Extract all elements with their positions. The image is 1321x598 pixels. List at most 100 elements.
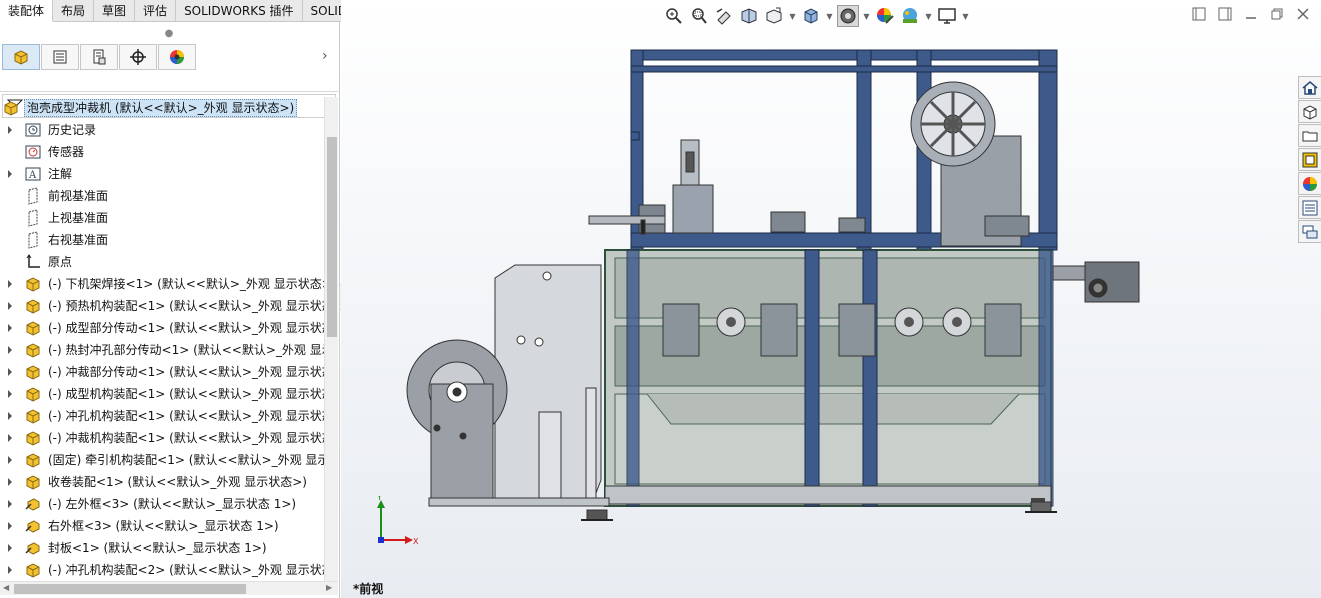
folder-icon	[1302, 131, 1318, 141]
tree-item[interactable]: (-) 成型部分传动<1> (默认<<默认>_外观 显示状态	[0, 317, 324, 339]
scrollbar-thumb[interactable]	[327, 137, 337, 337]
zoom-to-area-button[interactable]	[688, 5, 710, 27]
assembly-model[interactable]	[401, 40, 1161, 540]
history-icon	[24, 121, 42, 139]
tree-item[interactable]: (-) 冲裁部分传动<1> (默认<<默认>_外观 显示状态	[0, 361, 324, 383]
tree-item[interactable]: 收卷装配<1> (默认<<默认>_外观 显示状态>)	[0, 471, 324, 493]
dimxpert-tab[interactable]	[119, 44, 157, 70]
tab-sketch[interactable]: 草图	[94, 0, 136, 22]
tab-addins[interactable]: SOLIDWORKS 插件	[176, 0, 303, 22]
forum-tab[interactable]	[1298, 220, 1321, 243]
tree-item[interactable]: (-) 冲孔机构装配<2> (默认<<默认>_外观 显示状态	[0, 559, 324, 581]
chevron-down-icon[interactable]: ▼	[862, 5, 871, 27]
tree-item[interactable]: 右外框<3> (默认<<默认>_显示状态 1>)	[0, 515, 324, 537]
document-window-controls	[1191, 6, 1311, 22]
expand-arrow-icon[interactable]	[8, 566, 12, 574]
custom-properties-tab[interactable]	[1298, 196, 1321, 219]
tab-assembly[interactable]: 装配体	[0, 0, 54, 22]
design-library-tab[interactable]	[1298, 100, 1321, 123]
chevron-right-icon[interactable]: ›	[322, 48, 328, 64]
tree-item[interactable]: 原点	[0, 251, 324, 273]
tree-root-assembly[interactable]: 泡壳成型冲裁机 (默认<<默认>_外观 显示状态>)	[0, 97, 324, 119]
tree-item[interactable]: (固定) 牵引机构装配<1> (默认<<默认>_外观 显示状	[0, 449, 324, 471]
expand-arrow-icon[interactable]	[8, 390, 12, 398]
graphics-area[interactable]: ▼ ▼ ▼ ▼ ▼ Y X *前视	[341, 0, 1321, 598]
tree-item[interactable]: 上视基准面	[0, 207, 324, 229]
dynamic-annotation-button[interactable]	[763, 5, 785, 27]
pane-grip-handle[interactable]: ●	[0, 22, 338, 44]
expand-arrow-icon[interactable]	[8, 522, 12, 530]
tree-item[interactable]: 历史记录	[0, 119, 324, 141]
chevron-down-icon[interactable]: ▼	[961, 5, 970, 27]
tree-item[interactable]: 右视基准面	[0, 229, 324, 251]
subassembly-icon	[24, 363, 42, 381]
view-settings-button[interactable]	[936, 5, 958, 27]
file-explorer-tab[interactable]	[1298, 124, 1321, 147]
expand-arrow-icon[interactable]	[8, 126, 12, 134]
chevron-down-icon[interactable]: ▼	[924, 5, 933, 27]
configurationmanager-tab[interactable]	[80, 44, 118, 70]
tree-item[interactable]: (-) 下机架焊接<1> (默认<<默认>_外观 显示状态>	[0, 273, 324, 295]
edit-appearance-button[interactable]	[874, 5, 896, 27]
display-style-button[interactable]	[837, 5, 859, 27]
tree-item[interactable]: 传感器	[0, 141, 324, 163]
previous-window-icon[interactable]	[1191, 6, 1207, 22]
expand-arrow-icon[interactable]	[8, 280, 12, 288]
next-window-icon[interactable]	[1217, 6, 1233, 22]
tree-item[interactable]: (-) 成型机构装配<1> (默认<<默认>_外观 显示状态	[0, 383, 324, 405]
forum-icon	[1302, 225, 1318, 238]
tree-item[interactable]: 封板<1> (默认<<默认>_显示状态 1>)	[0, 537, 324, 559]
section-view-button[interactable]	[738, 5, 760, 27]
tree-item[interactable]: (-) 热封冲孔部分传动<1> (默认<<默认>_外观 显示	[0, 339, 324, 361]
tree-item[interactable]: (-) 冲裁机构装配<1> (默认<<默认>_外观 显示状态	[0, 427, 324, 449]
chevron-down-icon[interactable]: ▼	[825, 5, 834, 27]
expand-arrow-icon[interactable]	[8, 500, 12, 508]
chevron-down-icon[interactable]: ▼	[788, 5, 797, 27]
tree-item[interactable]: A 注解	[0, 163, 324, 185]
apply-scene-icon	[903, 8, 917, 23]
tree-item-label: 注解	[48, 167, 73, 181]
manager-tabs: ›	[0, 44, 338, 118]
scroll-right-icon[interactable]: ▶	[326, 583, 332, 592]
expand-arrow-icon[interactable]	[8, 456, 12, 464]
zoom-to-fit-button[interactable]	[663, 5, 685, 27]
expand-arrow-icon[interactable]	[8, 412, 12, 420]
apply-scene-button[interactable]	[899, 5, 921, 27]
scrollbar-thumb[interactable]	[14, 584, 246, 594]
dimxpert-icon	[130, 49, 146, 65]
expand-arrow-icon[interactable]	[8, 544, 12, 552]
tree-vertical-scrollbar[interactable]	[324, 97, 338, 581]
featuremanager-tab[interactable]	[2, 44, 40, 70]
tab-layout[interactable]: 布局	[53, 0, 95, 22]
expand-arrow-icon[interactable]	[8, 324, 12, 332]
tree-item-label: (-) 冲孔机构装配<2> (默认<<默认>_外观 显示状态	[48, 563, 324, 577]
tree-item[interactable]: (-) 冲孔机构装配<1> (默认<<默认>_外观 显示状态	[0, 405, 324, 427]
scroll-left-icon[interactable]: ◀	[3, 583, 9, 592]
tree-item[interactable]: (-) 左外框<3> (默认<<默认>_显示状态 1>)	[0, 493, 324, 515]
task-pane-tabs	[1298, 76, 1321, 246]
manager-pane: ● › 泡壳成型冲裁机 (默认<<默认>_外观 显示状态>) 历史记录 传感器 A 注解	[0, 22, 340, 598]
expand-arrow-icon[interactable]	[8, 478, 12, 486]
appearances-tab[interactable]	[1298, 172, 1321, 195]
feature-tree: 泡壳成型冲裁机 (默认<<默认>_外观 显示状态>) 历史记录 传感器 A 注解 前视基准…	[0, 97, 324, 581]
display-manager-tab[interactable]	[158, 44, 196, 70]
expand-arrow-icon[interactable]	[8, 434, 12, 442]
expand-arrow-icon[interactable]	[8, 368, 12, 376]
close-icon[interactable]	[1295, 6, 1311, 22]
previous-view-button[interactable]	[713, 5, 735, 27]
tab-evaluate[interactable]: 评估	[135, 0, 177, 22]
expand-arrow-icon[interactable]	[8, 346, 12, 354]
expand-arrow-icon[interactable]	[8, 302, 12, 310]
minimize-icon[interactable]	[1243, 6, 1259, 22]
tree-item[interactable]: 前视基准面	[0, 185, 324, 207]
subassembly-icon	[24, 451, 42, 469]
solidworks-resources-tab[interactable]	[1298, 76, 1321, 99]
view-orientation-button[interactable]	[800, 5, 822, 27]
tree-horizontal-scrollbar[interactable]: ◀ ▶	[0, 581, 338, 595]
restore-icon[interactable]	[1269, 6, 1285, 22]
plane-icon	[24, 187, 42, 205]
view-palette-tab[interactable]	[1298, 148, 1321, 171]
propertymanager-tab[interactable]	[41, 44, 79, 70]
tree-item[interactable]: (-) 预热机构装配<1> (默认<<默认>_外观 显示状态	[0, 295, 324, 317]
expand-arrow-icon[interactable]	[8, 170, 12, 178]
